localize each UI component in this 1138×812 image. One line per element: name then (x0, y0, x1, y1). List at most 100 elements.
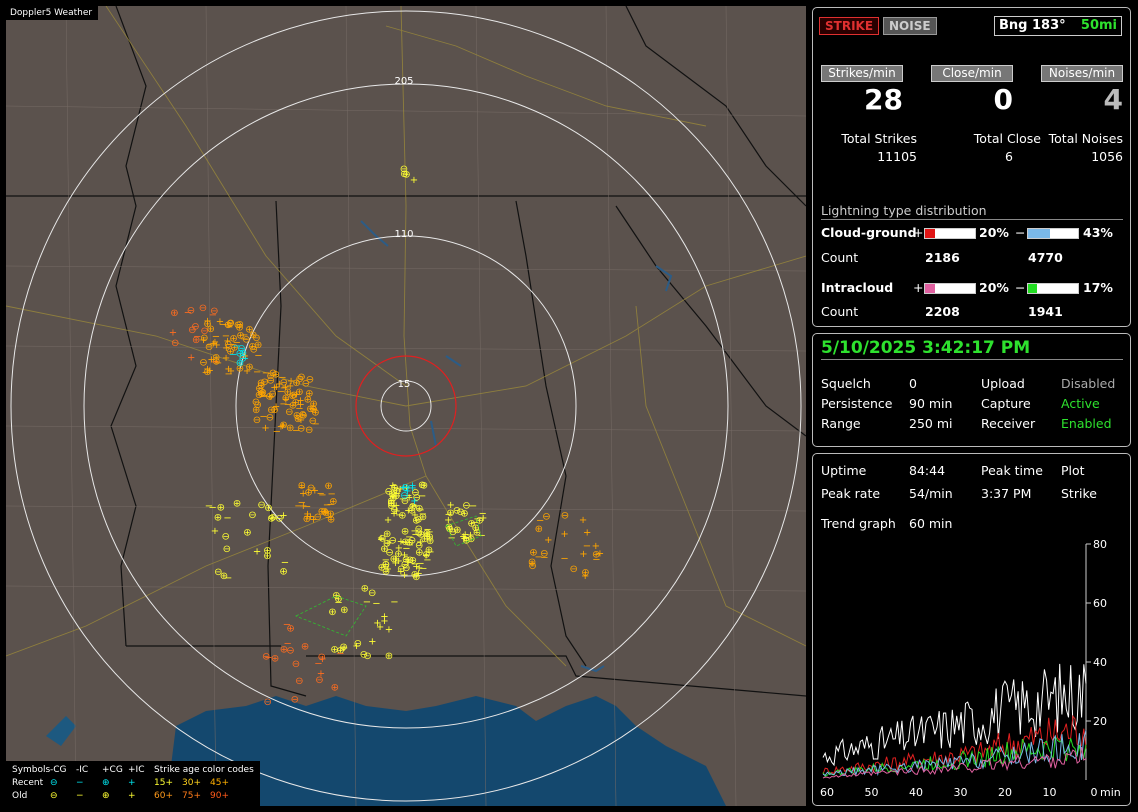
receiver-label: Receiver (981, 416, 1036, 431)
strike-marker: − (363, 597, 371, 608)
strike-marker: − (211, 357, 219, 368)
strike-marker: + (544, 535, 552, 546)
range-setting-value[interactable]: 250 mi (909, 416, 952, 431)
trend-series-line (822, 663, 1087, 767)
strike-marker: ⊖ (570, 564, 578, 575)
strike-marker: ⊖ (297, 372, 305, 383)
cg-negative-count: 4770 (1028, 250, 1063, 265)
total-strikes-value: 11105 (877, 149, 917, 164)
strike-marker: ⊖ (360, 649, 368, 660)
state-borders (6, 6, 806, 697)
strike-marker: − (312, 419, 320, 430)
strike-marker: ⊖ (269, 368, 277, 379)
nic-recent-icon: − (76, 778, 84, 788)
strike-marker: ⊖ (542, 511, 550, 522)
range-label-15: 15 (398, 379, 411, 390)
strike-marker: ⊖ (561, 510, 569, 521)
receiver-value[interactable]: Enabled (1061, 416, 1112, 431)
strike-marker: ⊕ (263, 551, 271, 562)
strike-marker: ⊕ (295, 387, 303, 398)
legend-header-pic: +IC (128, 765, 145, 775)
strike-marker: ⊖ (262, 652, 270, 663)
total-close-value: 6 (1005, 149, 1013, 164)
total-strikes-label: Total Strikes (841, 131, 917, 146)
strike-marker: ⊖ (306, 374, 314, 385)
trend-y-tick-label: 60 (1093, 597, 1107, 610)
strike-marker: + (579, 549, 587, 560)
strike-marker: + (299, 489, 307, 500)
strike-marker: + (423, 529, 431, 540)
strike-marker: + (373, 618, 381, 629)
ic-count-label: Count (821, 304, 859, 319)
strike-marker: ⊕ (279, 420, 287, 431)
lightning-map[interactable]: 205 110 15 ⊕ + + − ⊖ ⊕ ⊕ − − + ⊕ ⊕ ⊕ ⊖ ⊕ ⊕ − ⊕ ⊕ + ⊖ − ⊖ ⊕ − − + ⊖ +… (6, 6, 806, 806)
range-label: Range (821, 416, 861, 431)
strike-marker: + (410, 175, 418, 186)
strike-marker: − (469, 501, 477, 512)
persistence-label: Persistence (821, 396, 893, 411)
lake (46, 716, 76, 746)
noise-button[interactable]: NOISE (883, 17, 937, 35)
ic-positive-bar (924, 283, 976, 294)
capture-value[interactable]: Active (1061, 396, 1100, 411)
strike-marker: ⊕ (401, 537, 409, 548)
map-title: Doppler5 Weather (6, 6, 99, 20)
strike-marker: ⊕ (472, 523, 480, 534)
strike-marker: + (583, 528, 591, 539)
strike-marker: ⊕ (322, 508, 330, 519)
strike-marker: ⊕ (581, 567, 589, 578)
cg-plus-sign: + (913, 225, 924, 240)
strike-marker: ⊕ (243, 527, 251, 538)
peak-time-value: 3:37 PM (981, 486, 1032, 501)
pcg-recent-icon: ⊕ (102, 778, 110, 788)
total-close-label: Total Close (973, 131, 1041, 146)
upload-value[interactable]: Disabled (1061, 376, 1115, 391)
strike-marker: − (411, 526, 419, 537)
trend-x-tick-label: 10 (1043, 786, 1057, 799)
current-datetime: 5/10/2025 3:42:17 PM (821, 338, 1031, 358)
distribution-title: Lightning type distribution (821, 203, 987, 218)
strikes-per-min-header: Strikes/min (821, 65, 903, 82)
strike-marker: ⊕ (394, 549, 402, 560)
strike-marker: − (390, 597, 398, 608)
trend-graph-value[interactable]: 60 min (909, 516, 952, 531)
trend-y-ticks: 80 60 40 20 (1086, 538, 1107, 728)
range-label-205: 205 (394, 76, 413, 87)
strike-marker: ⊕ (309, 404, 317, 415)
legend-header-symbols: Symbols (12, 765, 51, 775)
peak-time-label: Peak time (981, 463, 1043, 478)
strike-marker: + (368, 637, 376, 648)
plot-label: Plot (1061, 463, 1085, 478)
strike-marker: ⊖ (291, 695, 299, 706)
plot-value[interactable]: Strike (1061, 486, 1097, 501)
age-75: 75+ (182, 791, 201, 801)
cg-positive-bar (924, 228, 976, 239)
strike-marker: ⊕ (329, 497, 337, 508)
trend-y-tick-label: 40 (1093, 656, 1107, 669)
age-15: 15+ (154, 778, 173, 788)
strike-marker: − (225, 369, 233, 380)
pic-recent-icon: + (128, 778, 136, 788)
trend-x-tick-label: 30 (954, 786, 968, 799)
trend-x-tick-label: 60 (820, 786, 834, 799)
strike-button[interactable]: STRIKE (819, 17, 880, 35)
strike-marker: ⊕ (301, 642, 309, 653)
squelch-value[interactable]: 0 (909, 376, 917, 391)
persistence-value[interactable]: 90 min (909, 396, 952, 411)
trend-x-ticks: 60 50 40 30 20 10 0 min (820, 786, 1121, 799)
strike-marker: − (209, 310, 217, 321)
strike-marker: + (303, 512, 311, 523)
ic-minus-sign: − (1015, 280, 1026, 295)
age-90: 90+ (210, 791, 229, 801)
strike-marker: − (241, 354, 249, 365)
strike-marker: ⊖ (528, 561, 536, 572)
ic-negative-count: 1941 (1028, 304, 1063, 319)
trend-graph-label: Trend graph (821, 516, 896, 531)
strike-marker: ⊕ (233, 499, 241, 510)
bearing-box[interactable]: Bng 183° 50mi (994, 16, 1122, 36)
trend-x-tick-label: 50 (865, 786, 879, 799)
strike-marker: ⊖ (260, 377, 268, 388)
strike-marker: + (384, 515, 392, 526)
map-canvas: 205 110 15 ⊕++−⊖⊕⊕−−+⊕⊕⊕ ⊖⊕⊕−⊕⊕+⊖−⊖⊕−−+⊖ +… (6, 6, 806, 806)
trend-panel: Uptime 84:44 Peak time Plot Peak rate 54… (812, 453, 1131, 806)
